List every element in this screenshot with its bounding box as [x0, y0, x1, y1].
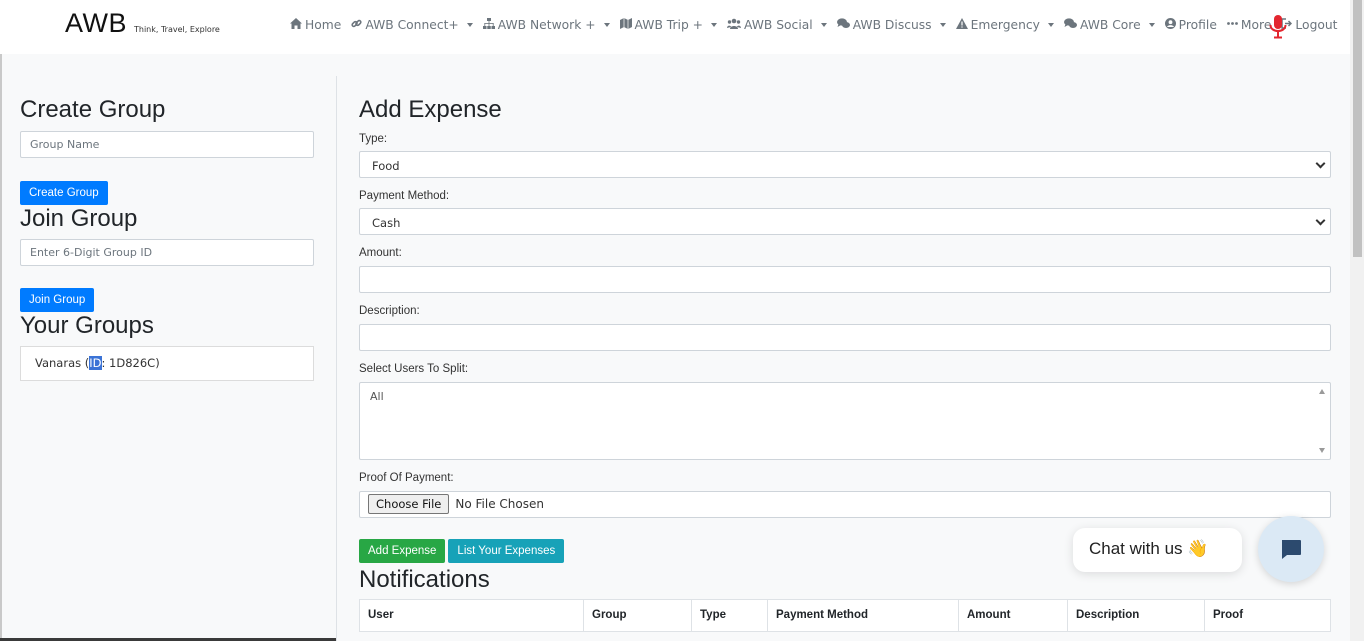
nav-item-label: More — [1240, 18, 1272, 32]
nav-item-label: AWB Core — [1079, 18, 1141, 32]
create-group-title: Create Group — [20, 96, 166, 123]
amount-label: Amount: — [359, 246, 402, 259]
caret-down-icon — [939, 23, 946, 27]
users-icon — [726, 18, 741, 32]
nav-item-label: AWB Network + — [497, 18, 596, 32]
home-icon — [290, 18, 302, 32]
scroll-down-icon[interactable] — [1319, 447, 1325, 453]
nav-item-label: Emergency — [970, 18, 1040, 32]
add-expense-button[interactable]: Add Expense — [359, 538, 446, 563]
map-icon — [619, 18, 632, 32]
choose-file-button[interactable]: Choose File — [368, 494, 450, 515]
join-group-title: Join Group — [20, 204, 138, 232]
payment-method-value: Cash — [372, 215, 401, 230]
column-header-amount: Amount — [958, 598, 1068, 632]
nav-item-more[interactable]: More — [1227, 18, 1271, 32]
nav-item-awb-connect[interactable]: AWB Connect+ — [351, 18, 473, 32]
nav-item-home[interactable]: Home — [290, 18, 341, 32]
group-name-input[interactable]: Group Name — [20, 130, 314, 158]
link-icon — [351, 18, 362, 32]
microphone-button[interactable] — [1268, 14, 1288, 40]
table-header-row: User Group Type Payment Method Amount De… — [359, 598, 1331, 632]
group-id-value: : 1D826C) — [101, 356, 160, 371]
create-group-button[interactable]: Create Group — [20, 180, 108, 205]
nav-item-emergency[interactable]: Emergency — [955, 18, 1054, 32]
group-id-highlight: ID — [89, 356, 102, 371]
split-option[interactable]: All — [370, 390, 1320, 403]
notifications-table: User Group Type Payment Method Amount De… — [359, 598, 1331, 632]
caret-down-icon — [603, 23, 610, 27]
brand-tagline: Think, Travel, Explore — [134, 25, 220, 34]
comments-icon — [1063, 18, 1077, 32]
proof-file-input[interactable]: Choose File No File Chosen — [359, 490, 1331, 518]
ellipsis-icon — [1227, 18, 1238, 32]
chevron-down-icon — [1315, 158, 1326, 169]
nav-item-label: Profile — [1178, 18, 1217, 32]
nav-item-label: Home — [305, 18, 342, 32]
split-users-select[interactable]: All — [359, 381, 1331, 460]
brand[interactable]: AWB Think, Travel, Explore — [65, 8, 220, 39]
type-select[interactable]: Food — [359, 150, 1331, 178]
chat-launcher-button[interactable] — [1258, 516, 1324, 582]
nav-item-awb-trip[interactable]: AWB Trip + — [619, 18, 717, 32]
type-select-value: Food — [372, 158, 400, 173]
caret-down-icon — [820, 23, 827, 27]
caret-down-icon — [466, 23, 473, 27]
payment-method-select[interactable]: Cash — [359, 207, 1331, 235]
amount-input[interactable] — [359, 265, 1331, 293]
payment-method-label: Payment Method: — [359, 189, 450, 202]
nav-item-profile[interactable]: Profile — [1164, 18, 1217, 32]
type-label: Type: — [359, 132, 388, 145]
column-header-description: Description — [1067, 598, 1205, 632]
proof-label: Proof Of Payment: — [359, 471, 454, 484]
caret-down-icon — [1148, 23, 1155, 27]
file-status: No File Chosen — [455, 497, 544, 512]
navbar: AWB Think, Travel, Explore Home AWB Conn… — [0, 0, 1350, 54]
scrollbar-thumb[interactable] — [1353, 0, 1362, 257]
your-groups-title: Your Groups — [20, 311, 154, 339]
chevron-down-icon — [1315, 215, 1326, 226]
nav-item-awb-network[interactable]: AWB Network + — [482, 18, 610, 32]
column-header-user: User — [359, 598, 584, 632]
nav-item-awb-social[interactable]: AWB Social — [726, 18, 827, 32]
brand-name: AWB — [65, 8, 127, 38]
nav-item-awb-core[interactable]: AWB Core — [1063, 18, 1155, 32]
chat-prompt-bubble[interactable]: Chat with us 👋 — [1073, 528, 1242, 572]
description-input[interactable] — [359, 323, 1331, 351]
group-panel: Create Group Group Name Create Group Joi… — [20, 94, 314, 382]
column-divider — [336, 76, 337, 641]
group-id-input[interactable]: Enter 6-Digit Group ID — [20, 238, 314, 266]
wave-emoji: 👋 — [1187, 539, 1209, 558]
microphone-icon — [1269, 15, 1287, 39]
column-header-group: Group — [583, 598, 692, 632]
chat-icon — [1282, 540, 1301, 559]
nav-item-label: AWB Trip + — [634, 18, 703, 32]
add-expense-title: Add Expense — [359, 96, 502, 123]
nav-item-label: AWB Connect+ — [365, 18, 459, 32]
column-header-type: Type — [691, 598, 768, 632]
nav-item-awb-discuss[interactable]: AWB Discuss — [836, 18, 946, 32]
group-name: Vanaras ( — [35, 356, 90, 371]
comments-icon — [836, 18, 850, 32]
description-label: Description: — [359, 304, 420, 317]
caret-down-icon — [1047, 23, 1054, 27]
list-expenses-button[interactable]: List Your Expenses — [448, 538, 565, 563]
column-header-payment-method: Payment Method — [767, 598, 959, 632]
nav-item-label: Logout — [1295, 18, 1338, 32]
scroll-up-icon[interactable] — [1319, 388, 1325, 394]
nav-menu: Home AWB Connect+ AWB Network + AWB Trip… — [290, 18, 1338, 32]
warning-icon — [955, 18, 968, 32]
column-header-proof: Proof — [1204, 598, 1331, 632]
sitemap-icon — [482, 18, 495, 32]
page-edge — [0, 54, 2, 641]
nav-item-logout[interactable]: Logout — [1281, 18, 1338, 32]
nav-item-label: AWB Discuss — [852, 18, 932, 32]
user-circle-icon — [1164, 18, 1176, 32]
caret-down-icon — [710, 23, 717, 27]
chat-prompt-label: Chat with us — [1089, 539, 1183, 558]
join-group-button[interactable]: Join Group — [20, 287, 95, 312]
nav-item-label: AWB Social — [743, 18, 813, 32]
split-users-label: Select Users To Split: — [359, 362, 469, 375]
group-list-item[interactable]: Vanaras (ID: 1D826C) — [20, 346, 314, 382]
